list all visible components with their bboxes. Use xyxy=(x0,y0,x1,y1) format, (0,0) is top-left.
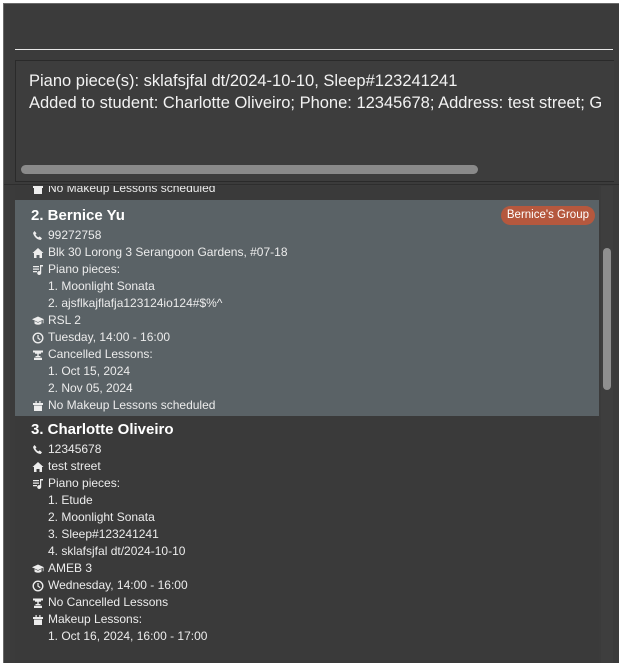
cancelled-item: 2. Nov 05, 2024 xyxy=(48,381,133,395)
makeup-item: 1. Oct 16, 2024, 16:00 - 17:00 xyxy=(48,629,208,643)
student-name: 3. Charlotte Oliveiro xyxy=(31,421,174,438)
phone-text-row: 12345678 xyxy=(31,441,599,458)
cancelled-label-row: Cancelled Lessons: xyxy=(31,346,599,363)
schedule-text-row: Tuesday, 14:00 - 16:00 xyxy=(31,329,599,346)
command-input[interactable] xyxy=(15,10,613,50)
address-text: Blk 30 Lorong 3 Serangoon Gardens, #07-1… xyxy=(48,245,288,259)
result-display: Piano piece(s): sklafsjfal dt/2024-10-10… xyxy=(15,60,614,182)
pieces-label: Piano pieces: xyxy=(48,476,121,490)
phone-text: 12345678 xyxy=(48,442,102,456)
piece-item: 1. Moonlight Sonata xyxy=(48,279,155,293)
music-icon xyxy=(31,263,44,276)
schedule-text: Wednesday, 14:00 - 16:00 xyxy=(48,578,188,592)
pieces-label-row: Piano pieces: xyxy=(31,475,599,492)
cancelled-item: 1. Oct 15, 2024 xyxy=(48,364,131,378)
student-card[interactable]: 3. Charlotte Oliveiro 12345678 test street… xyxy=(15,416,599,647)
schedule-text-row: Wednesday, 14:00 - 16:00 xyxy=(31,577,599,594)
group-tag: Bernice's Group xyxy=(500,206,595,225)
phone-icon xyxy=(31,229,44,242)
piece-item: 4. sklafsjfal dt/2024-10-10 xyxy=(48,544,186,558)
command-input-underline xyxy=(15,49,613,50)
home-icon xyxy=(31,460,44,473)
cancelled-icon xyxy=(31,596,44,609)
student-card[interactable]: 2. Bernice Yu Bernice's Group 99272758 Blk … xyxy=(15,200,599,416)
app-window: Piano piece(s): sklafsjfal dt/2024-10-10… xyxy=(3,3,619,663)
phone-text-row: 99272758 xyxy=(31,227,599,244)
pieces-label-row: Piano pieces: xyxy=(31,261,599,278)
schedule-text: Tuesday, 14:00 - 16:00 xyxy=(48,330,171,344)
student-list[interactable]: No Makeup Lessons scheduled 2. Bernice Y… xyxy=(15,186,599,663)
result-line-2: Added to student: Charlotte Oliveiro; Ph… xyxy=(29,94,603,112)
music-icon xyxy=(31,477,44,490)
grade-text: RSL 2 xyxy=(48,313,81,327)
grade-text-row: RSL 2 xyxy=(31,312,599,329)
result-text: Piano piece(s): sklafsjfal dt/2024-10-10… xyxy=(29,70,602,114)
piece-item: 1. Etude xyxy=(48,493,93,507)
makeup-icon xyxy=(31,613,44,626)
phone-icon xyxy=(31,443,44,456)
clock-icon xyxy=(31,331,44,344)
cancelled-label: Cancelled Lessons: xyxy=(48,347,153,361)
makeup-label-row: Makeup Lessons: xyxy=(31,611,599,628)
makeup-text: No Makeup Lessons scheduled xyxy=(48,186,216,195)
student-list-scroll-thumb[interactable] xyxy=(603,248,611,390)
grade-text: AMEB 3 xyxy=(48,561,93,575)
result-line-1: Piano piece(s): sklafsjfal dt/2024-10-10… xyxy=(29,72,458,90)
grade-text-row: AMEB 3 xyxy=(31,560,599,577)
pieces-label: Piano pieces: xyxy=(48,262,121,276)
student-card-previous[interactable]: No Makeup Lessons scheduled xyxy=(15,186,599,200)
result-horizontal-scrollbar[interactable] xyxy=(21,165,478,174)
panel-divider xyxy=(4,184,619,185)
grade-icon xyxy=(31,562,44,575)
cancelled-icon xyxy=(31,348,44,361)
makeup-label-row: No Makeup Lessons scheduled xyxy=(31,397,599,414)
makeup-label: Makeup Lessons: xyxy=(48,612,143,626)
grade-icon xyxy=(31,314,44,327)
makeup-label: No Makeup Lessons scheduled xyxy=(48,398,216,412)
piece-item: 2. Moonlight Sonata xyxy=(48,510,155,524)
clock-icon xyxy=(31,579,44,592)
makeup-icon xyxy=(31,399,44,412)
piece-item: 2. ajsflkajflafja123124io124#$%^ xyxy=(48,296,223,310)
home-icon xyxy=(31,246,44,259)
piece-item: 3. Sleep#123241241 xyxy=(48,527,159,541)
address-text-row: test street xyxy=(31,458,599,475)
cancelled-label-row: No Cancelled Lessons xyxy=(31,594,599,611)
address-text: test street xyxy=(48,459,101,473)
phone-text: 99272758 xyxy=(48,228,102,242)
student-list-scrollbar[interactable] xyxy=(601,186,613,663)
address-text-row: Blk 30 Lorong 3 Serangoon Gardens, #07-1… xyxy=(31,244,599,261)
makeup-icon xyxy=(31,186,44,195)
cancelled-label: No Cancelled Lessons xyxy=(48,595,169,609)
